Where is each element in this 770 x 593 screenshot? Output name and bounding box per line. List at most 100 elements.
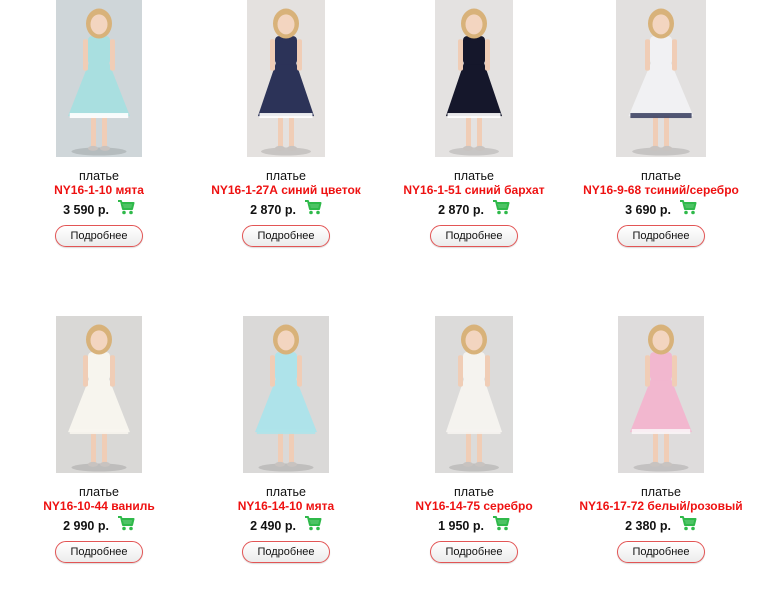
dress-bodice <box>88 36 110 65</box>
shopping-cart-icon[interactable] <box>117 198 135 216</box>
price-row: 2 870 р. <box>381 200 567 220</box>
floor-shadow <box>633 463 689 472</box>
shoe <box>287 145 297 151</box>
floor-shadow <box>71 463 127 472</box>
price-row: 2 990 р. <box>6 516 192 536</box>
details-button[interactable]: Подробнее <box>617 225 705 247</box>
dress-bodice <box>88 352 110 381</box>
floor-shadow <box>261 147 311 156</box>
arm <box>672 355 677 387</box>
dress-photo-image <box>247 0 325 157</box>
arm <box>270 39 275 71</box>
arm <box>110 355 115 387</box>
price-row: 3 590 р. <box>6 200 192 220</box>
shopping-cart-icon[interactable] <box>117 514 135 532</box>
shoe <box>275 461 285 467</box>
arm <box>110 39 115 71</box>
shoe <box>662 145 672 151</box>
product-price: 2 870 р. <box>438 203 484 217</box>
product-card: платье NY16-9-68 тсиний/серебро 3 690 р.… <box>568 0 754 247</box>
product-sku-link[interactable]: NY16-17-72 белый/розовый <box>568 499 754 513</box>
shoe <box>275 145 285 151</box>
arm <box>83 355 88 387</box>
shopping-cart-icon[interactable] <box>679 198 697 216</box>
product-category: платье <box>454 169 494 183</box>
product-photo[interactable] <box>618 316 704 473</box>
petticoat <box>447 429 501 435</box>
product-price: 2 380 р. <box>625 519 671 533</box>
arm <box>645 39 650 71</box>
product-category: платье <box>266 169 306 183</box>
shoe <box>88 461 98 467</box>
product-sku-link[interactable]: NY16-1-27А синий цветок <box>193 183 379 197</box>
shopping-cart-icon[interactable] <box>304 514 322 532</box>
arm <box>270 355 275 387</box>
price-row: 2 380 р. <box>568 516 754 536</box>
product-card: платье NY16-14-75 серебро 1 950 р. Подро… <box>381 316 567 563</box>
product-sku-link[interactable]: NY16-9-68 тсиний/серебро <box>568 183 754 197</box>
dress-bodice <box>650 352 672 381</box>
face <box>277 330 295 351</box>
product-photo[interactable] <box>56 316 142 473</box>
petticoat <box>631 429 691 435</box>
face <box>652 330 670 351</box>
product-sku-link[interactable]: NY16-14-10 мята <box>193 499 379 513</box>
product-sku-link[interactable]: NY16-10-44 ваниль <box>6 499 192 513</box>
shopping-cart-icon[interactable] <box>304 198 322 216</box>
arm <box>485 355 490 387</box>
shoe <box>463 461 473 467</box>
petticoat <box>259 113 313 119</box>
shoe <box>475 145 485 151</box>
cart-svg <box>679 516 697 531</box>
product-card: платье NY16-1-27А синий цветок 2 870 р. … <box>193 0 379 247</box>
details-button[interactable]: Подробнее <box>430 225 518 247</box>
product-sku-link[interactable]: NY16-14-75 серебро <box>381 499 567 513</box>
dress-bodice <box>275 352 297 381</box>
product-photo[interactable] <box>56 0 142 157</box>
cart-svg <box>679 200 697 215</box>
shopping-cart-icon[interactable] <box>679 514 697 532</box>
shoe <box>287 461 297 467</box>
dress-bodice <box>463 36 485 65</box>
details-button[interactable]: Подробнее <box>430 541 518 563</box>
price-row: 2 870 р. <box>193 200 379 220</box>
product-price: 3 690 р. <box>625 203 671 217</box>
product-photo[interactable] <box>243 316 329 473</box>
product-price: 2 490 р. <box>250 519 296 533</box>
product-category: платье <box>266 485 306 499</box>
product-photo[interactable] <box>435 0 513 157</box>
shopping-cart-icon[interactable] <box>492 514 510 532</box>
product-price: 2 990 р. <box>63 519 109 533</box>
details-button[interactable]: Подробнее <box>55 541 143 563</box>
floor-shadow <box>632 147 690 156</box>
details-button[interactable]: Подробнее <box>617 541 705 563</box>
shoe <box>463 145 473 151</box>
dress-bodice <box>463 352 485 381</box>
face <box>652 14 670 35</box>
petticoat <box>69 429 129 435</box>
arm <box>672 39 677 71</box>
product-sku-link[interactable]: NY16-1-51 синий бархат <box>381 183 567 197</box>
product-card: платье NY16-10-44 ваниль 2 990 р. Подроб… <box>6 316 192 563</box>
dress-photo-image <box>435 0 513 157</box>
dress-photo-image <box>56 0 142 157</box>
shopping-cart-icon[interactable] <box>492 198 510 216</box>
product-photo[interactable] <box>616 0 706 157</box>
details-button[interactable]: Подробнее <box>242 225 330 247</box>
floor-shadow <box>449 463 499 472</box>
details-button[interactable]: Подробнее <box>55 225 143 247</box>
product-photo[interactable] <box>435 316 513 473</box>
cart-svg <box>304 200 322 215</box>
product-price: 3 590 р. <box>63 203 109 217</box>
cart-svg <box>304 516 322 531</box>
shoe <box>475 461 485 467</box>
face <box>465 330 483 351</box>
product-category: платье <box>79 485 119 499</box>
product-photo[interactable] <box>247 0 325 157</box>
arm <box>485 39 490 71</box>
details-button[interactable]: Подробнее <box>242 541 330 563</box>
product-grid: платье NY16-1-10 мята 3 590 р. Подробнее… <box>0 0 770 593</box>
product-sku-link[interactable]: NY16-1-10 мята <box>6 183 192 197</box>
product-price: 2 870 р. <box>250 203 296 217</box>
shoe <box>662 461 672 467</box>
